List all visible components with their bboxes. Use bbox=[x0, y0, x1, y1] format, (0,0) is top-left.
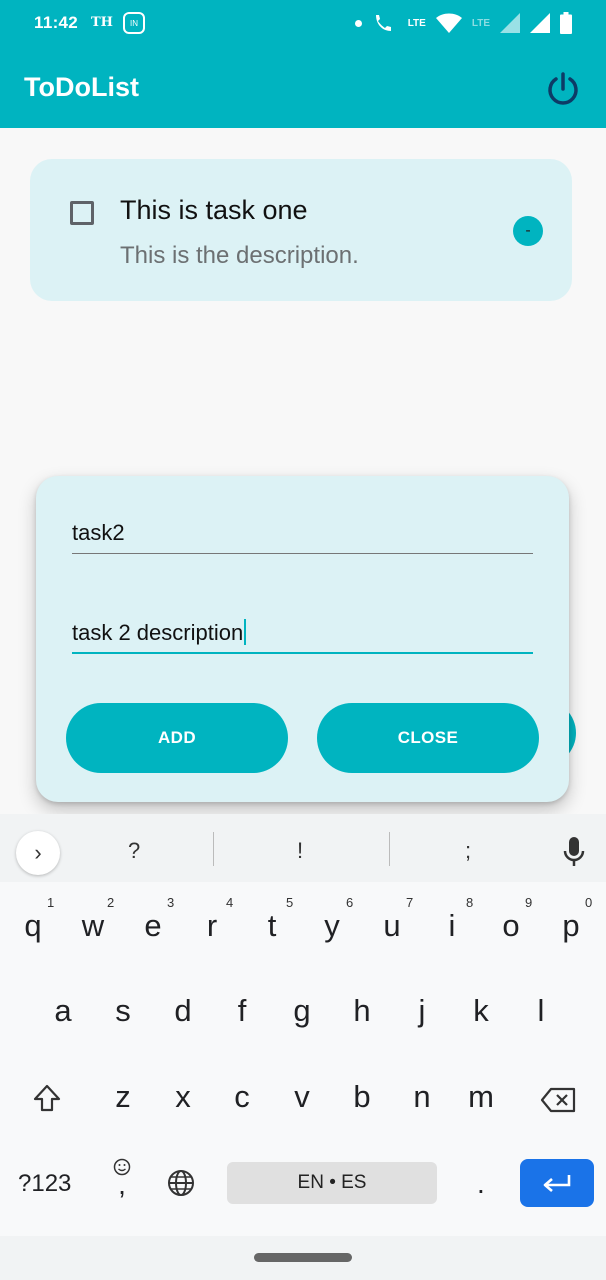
key-w[interactable]: w bbox=[63, 908, 123, 944]
emoji-comma-key[interactable]: , bbox=[110, 1158, 134, 1200]
key-d[interactable]: d bbox=[153, 993, 213, 1029]
carrier-label: TH bbox=[91, 15, 113, 30]
symbols-key[interactable]: ?123 bbox=[18, 1170, 71, 1198]
comma-key-label: , bbox=[118, 1169, 126, 1200]
signal-icon-2 bbox=[530, 13, 550, 33]
field-underline bbox=[72, 553, 533, 554]
navigation-bar bbox=[0, 1236, 606, 1280]
status-time: 11:42 bbox=[34, 13, 79, 32]
key-number-hint: 4 bbox=[226, 895, 234, 910]
key-b[interactable]: b bbox=[332, 1079, 392, 1115]
space-bar[interactable]: EN • ES bbox=[227, 1162, 437, 1204]
key-number-hint: 5 bbox=[286, 895, 294, 910]
key-z[interactable]: z bbox=[93, 1079, 153, 1115]
task-description-field[interactable]: task 2 description bbox=[72, 610, 533, 654]
key-v[interactable]: v bbox=[272, 1079, 332, 1115]
app-bar: ToDoList bbox=[0, 48, 606, 128]
key-number-hint: 0 bbox=[585, 895, 593, 910]
signal-icon-1 bbox=[500, 13, 520, 33]
key-l[interactable]: l bbox=[511, 993, 571, 1029]
key-t[interactable]: t bbox=[242, 908, 302, 944]
suggestion-item[interactable]: ; bbox=[465, 838, 471, 864]
key-x[interactable]: x bbox=[153, 1079, 213, 1115]
task-title-input-value: task2 bbox=[72, 520, 125, 545]
key-number-hint: 2 bbox=[107, 895, 115, 910]
key-q[interactable]: q bbox=[3, 908, 63, 944]
key-k[interactable]: k bbox=[451, 993, 511, 1029]
add-task-dialog: task2 task 2 description ADD CLOSE bbox=[36, 476, 569, 802]
field-underline-active bbox=[72, 652, 533, 654]
key-h[interactable]: h bbox=[332, 993, 392, 1029]
task-title: This is task one bbox=[120, 195, 308, 225]
task-description-input-value: task 2 description bbox=[72, 620, 244, 645]
task-description: This is the description. bbox=[120, 242, 359, 269]
shift-icon[interactable] bbox=[32, 1083, 62, 1113]
enter-icon bbox=[543, 1175, 571, 1192]
task-card[interactable]: This is task one This is the description… bbox=[30, 159, 572, 301]
key-p[interactable]: p bbox=[541, 908, 601, 944]
key-number-hint: 9 bbox=[525, 895, 533, 910]
key-s[interactable]: s bbox=[93, 993, 153, 1029]
key-number-hint: 1 bbox=[47, 895, 55, 910]
suggestion-item[interactable]: ! bbox=[297, 838, 303, 864]
task-title-field[interactable]: task2 bbox=[72, 510, 533, 554]
key-number-hint: 7 bbox=[406, 895, 414, 910]
key-c[interactable]: c bbox=[212, 1079, 272, 1115]
globe-icon[interactable] bbox=[167, 1169, 195, 1197]
notification-app-icon: IN bbox=[123, 12, 145, 34]
backspace-icon[interactable] bbox=[540, 1087, 576, 1113]
chevron-right-icon[interactable]: › bbox=[16, 831, 60, 875]
suggestion-strip: › ? ! ; bbox=[0, 814, 606, 882]
key-e[interactable]: e bbox=[123, 908, 183, 944]
add-button[interactable]: ADD bbox=[66, 703, 288, 773]
key-n[interactable]: n bbox=[392, 1079, 452, 1115]
key-number-hint: 6 bbox=[346, 895, 354, 910]
key-i[interactable]: i bbox=[422, 908, 482, 944]
power-icon[interactable] bbox=[544, 70, 582, 108]
suggestion-item[interactable]: ? bbox=[128, 838, 140, 864]
remove-task-button[interactable]: - bbox=[513, 216, 543, 246]
notification-dot-icon bbox=[354, 19, 362, 27]
status-bar: 11:42 TH IN LTE LTE bbox=[0, 0, 606, 48]
key-g[interactable]: g bbox=[272, 993, 332, 1029]
task-checkbox[interactable] bbox=[70, 201, 94, 225]
key-r[interactable]: r bbox=[182, 908, 242, 944]
key-u[interactable]: u bbox=[362, 908, 422, 944]
microphone-icon[interactable] bbox=[563, 835, 585, 869]
key-m[interactable]: m bbox=[451, 1079, 511, 1115]
status-icons: LTE LTE bbox=[354, 10, 572, 36]
battery-icon bbox=[560, 12, 572, 34]
key-number-hint: 3 bbox=[167, 895, 175, 910]
key-y[interactable]: y bbox=[302, 908, 362, 944]
divider bbox=[213, 832, 214, 866]
lte-label-secondary: LTE bbox=[471, 17, 490, 29]
key-o[interactable]: o bbox=[481, 908, 541, 944]
enter-key[interactable] bbox=[520, 1159, 594, 1207]
divider bbox=[389, 832, 390, 866]
lte-label: LTE bbox=[407, 17, 426, 29]
key-number-hint: 8 bbox=[466, 895, 474, 910]
period-key[interactable]: . bbox=[477, 1168, 485, 1200]
close-button[interactable]: CLOSE bbox=[317, 703, 539, 773]
app-title: ToDoList bbox=[24, 72, 139, 102]
home-gesture-handle[interactable] bbox=[254, 1253, 352, 1262]
text-cursor bbox=[244, 619, 247, 646]
key-f[interactable]: f bbox=[212, 993, 272, 1029]
key-a[interactable]: a bbox=[33, 993, 93, 1029]
wifi-call-icon bbox=[375, 15, 391, 31]
key-j[interactable]: j bbox=[392, 993, 452, 1029]
wifi-icon bbox=[435, 13, 462, 33]
